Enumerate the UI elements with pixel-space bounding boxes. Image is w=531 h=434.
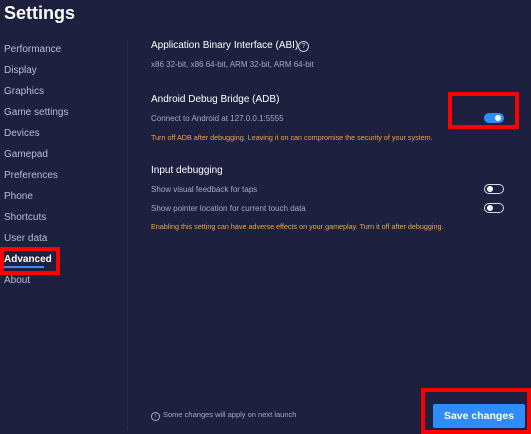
restart-note-text: Some changes will apply on next launch [163,410,297,419]
adb-warning: Turn off ADB after debugging. Leaving it… [151,133,433,142]
taps-feedback-toggle[interactable] [484,184,504,194]
sidebar-item-gamepad[interactable]: Gamepad [4,149,48,160]
adb-title: Android Debug Bridge (ADB) [151,94,280,105]
sidebar-item-about[interactable]: About [4,275,30,286]
highlight-adb-toggle [448,92,519,129]
sidebar-item-display[interactable]: Display [4,65,37,76]
highlight-advanced [0,247,60,275]
sidebar-item-devices[interactable]: Devices [4,128,40,139]
adb-connect-text: Connect to Android at 127.0.0.1:5555 [151,114,284,123]
sidebar-item-game-settings[interactable]: Game settings [4,107,68,118]
sidebar-item-preferences[interactable]: Preferences [4,170,58,181]
abi-value: x86 32-bit, x86 64-bit, ARM 32-bit, ARM … [151,60,314,69]
toggle-knob [487,186,493,192]
sidebar-item-phone[interactable]: Phone [4,191,33,202]
pointer-location-toggle[interactable] [484,203,504,213]
abi-title: Application Binary Interface (ABI) [151,40,299,51]
sidebar-divider [127,40,128,430]
sidebar-item-shortcuts[interactable]: Shortcuts [4,212,46,223]
help-icon[interactable]: ? [298,41,309,52]
input-debugging-warning: Enabling this setting can have adverse e… [151,222,444,231]
sidebar-item-user-data[interactable]: User data [4,233,47,244]
toggle-knob [487,205,493,211]
page-title: Settings [4,3,76,23]
sidebar-item-performance[interactable]: Performance [4,44,61,55]
restart-note: i Some changes will apply on next launch [151,410,296,421]
sidebar-item-graphics[interactable]: Graphics [4,86,44,97]
pointer-location-label: Show pointer location for current touch … [151,204,306,213]
highlight-save-button [421,388,531,434]
info-icon: i [151,412,160,421]
taps-feedback-label: Show visual feedback for taps [151,185,258,194]
input-debugging-title: Input debugging [151,165,223,176]
